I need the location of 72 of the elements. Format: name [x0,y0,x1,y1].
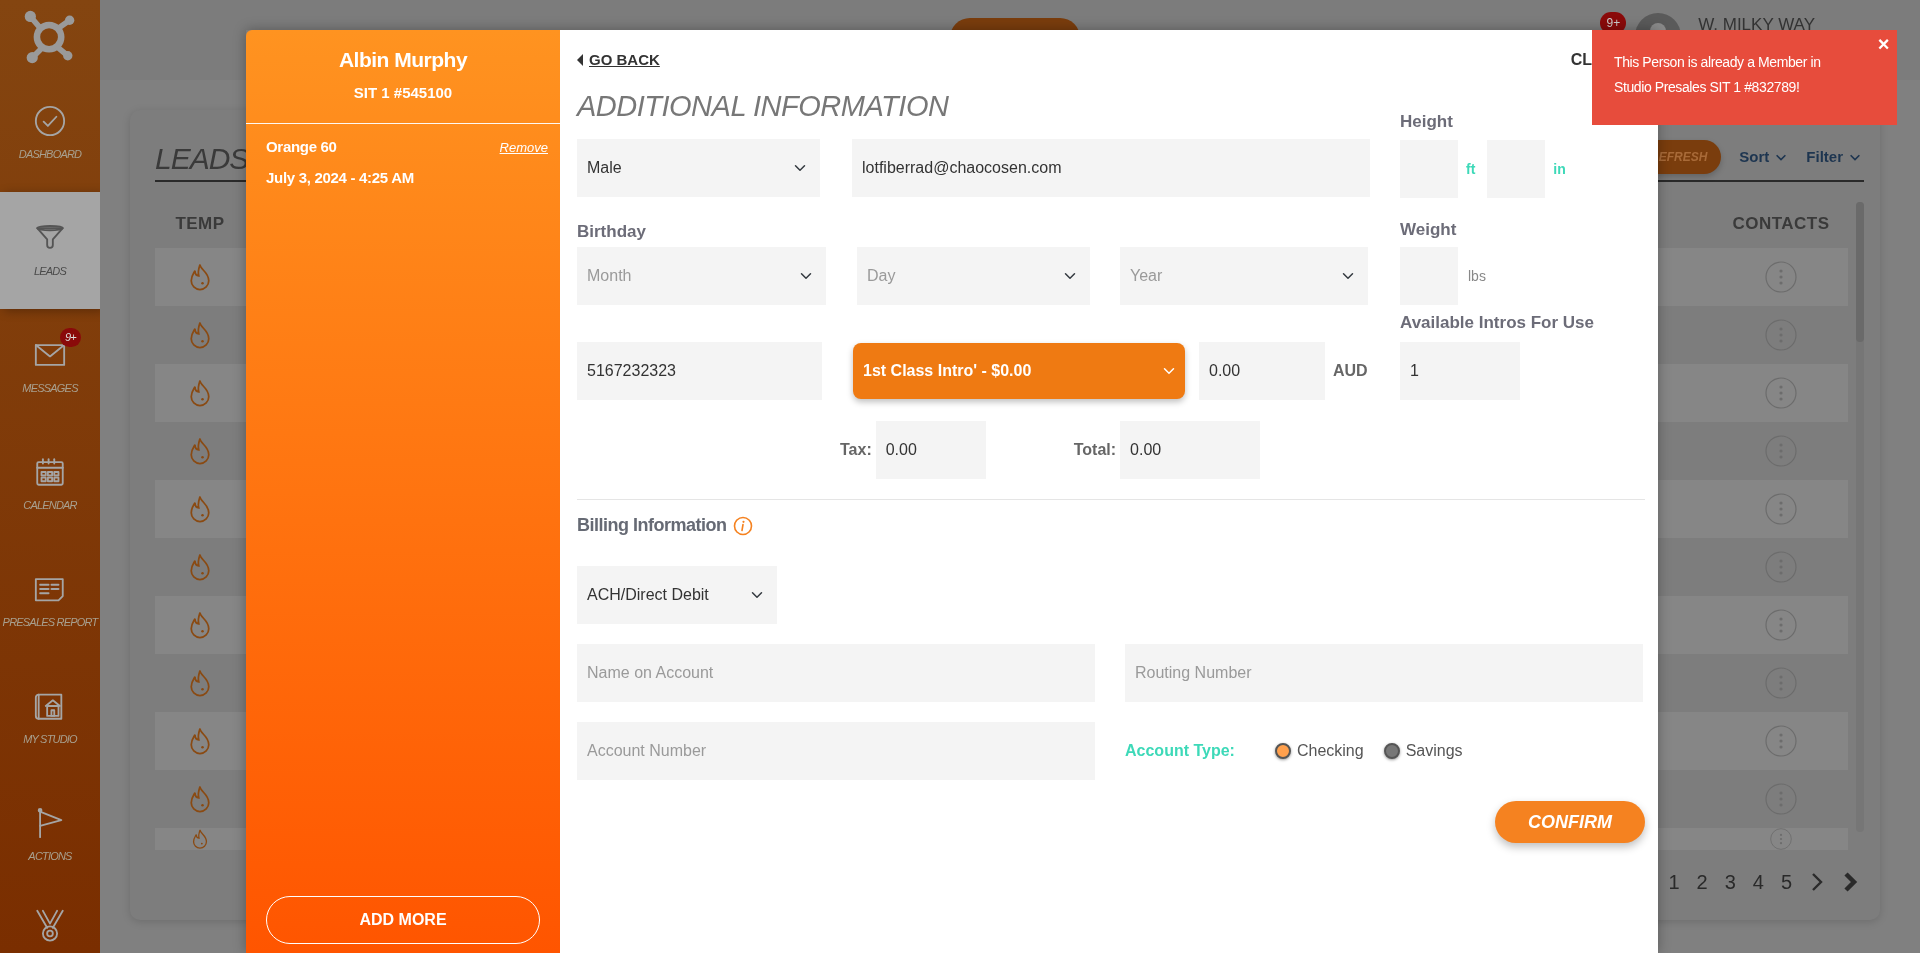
payment-method-select[interactable]: ACH/Direct Debit [577,566,777,624]
month-select[interactable]: Month [577,247,826,305]
account-name-field[interactable]: Name on Account [577,644,1095,702]
section-title: Billing Information [577,514,727,537]
page-title: LEADS [155,144,249,174]
close-link[interactable]: CL [1570,48,1592,72]
section-title: ADDITIONAL INFORMATION [577,88,950,124]
customer-id: SIT 1 #545100 [353,82,453,103]
radio-label[interactable]: Checking [1296,739,1364,763]
year-select[interactable]: Year [1120,247,1368,305]
sidebar-item[interactable]: DASHBOARD [0,75,100,192]
remove-link[interactable]: Remove [499,137,548,157]
total-label: Total: [1073,440,1117,460]
medal-icon [33,908,67,942]
day-select[interactable]: Day [857,247,1090,305]
more-options-icon[interactable] [1765,492,1797,525]
sidebar-item[interactable]: MY STUDIO [0,660,100,777]
radio-button[interactable] [1274,743,1291,759]
unit-label: lbs [1468,266,1486,286]
sidebar-item[interactable]: 9+ MESSAGES [0,309,100,426]
chevron-right-icon[interactable] [1809,871,1825,893]
item-name: Orange 60 [266,137,337,157]
caret-left-icon [577,54,583,66]
more-options-icon[interactable] [1765,376,1797,409]
sidebar-item[interactable]: ACTIONS [0,777,100,894]
toast-message: This Person is already a Member in Studio Presales SIT 1 #832789! [1614,53,1822,97]
more-options-icon[interactable] [1765,260,1797,293]
gender-select[interactable]: Male [577,139,820,197]
routing-number-field[interactable]: Routing Number [1125,644,1643,702]
tax-label: Tax: [840,440,872,460]
notification-badge: 9+ [60,328,81,347]
sidebar-item[interactable]: LEADS [0,192,100,309]
go-back-link[interactable]: GO BACK [577,48,660,72]
field-label: Birthday [577,222,647,242]
info-icon [732,515,753,536]
column-header: CONTACTS [1731,213,1831,236]
page-link[interactable]: 3 [1724,867,1736,897]
tax-field[interactable]: 0.00 [875,421,986,479]
column-header: TEMP [174,213,226,236]
currency-label: AUD [1333,361,1368,381]
field-label: Account Type: [1125,741,1235,761]
total-field[interactable]: 0.00 [1120,421,1261,479]
more-options-icon[interactable] [1765,608,1797,641]
amount-field[interactable]: 0.00 [1199,342,1325,400]
customer-name: Albin Murphy [338,47,468,73]
intros-field[interactable]: 1 [1400,342,1520,400]
item-date: July 3, 2024 - 4:25 AM [266,167,415,188]
unit-label: in [1553,159,1566,179]
dropdown-link[interactable]: Sort [1739,145,1789,169]
radio-label[interactable]: Savings [1405,739,1463,763]
field-label: Available Intros For Use [1400,313,1595,333]
page-link[interactable]: 1 [1668,867,1680,897]
phone-field[interactable]: 5167232323 [577,342,822,400]
page-link[interactable]: 4 [1752,867,1764,897]
unit-label: ft [1466,159,1476,179]
sidebar-item[interactable]: PRESALES REPORT [0,543,100,660]
sidebar-item[interactable]: CALENDAR [0,426,100,543]
email-field[interactable]: lotfiberrad@chaocosen.com [852,139,1370,197]
field-label: Height [1400,112,1454,132]
confirm-button[interactable]: CONFIRM [1495,801,1645,843]
close-button[interactable]: × [1877,32,1889,56]
page-link[interactable]: 5 [1780,867,1792,897]
radio-button[interactable] [1383,743,1400,759]
field-label: Weight [1400,220,1458,240]
intro-select[interactable]: 1st Class Intro' - $0.00 [853,343,1185,399]
more-options-icon[interactable] [1765,724,1797,757]
account-number-field[interactable]: Account Number [577,722,1095,780]
chevron-down-icon [1163,365,1175,377]
check-circle-icon [33,104,67,139]
dropdown-link[interactable]: Filter [1806,145,1862,169]
bold-chevron-icon[interactable] [1842,871,1860,893]
page-link[interactable]: 2 [1696,867,1708,897]
